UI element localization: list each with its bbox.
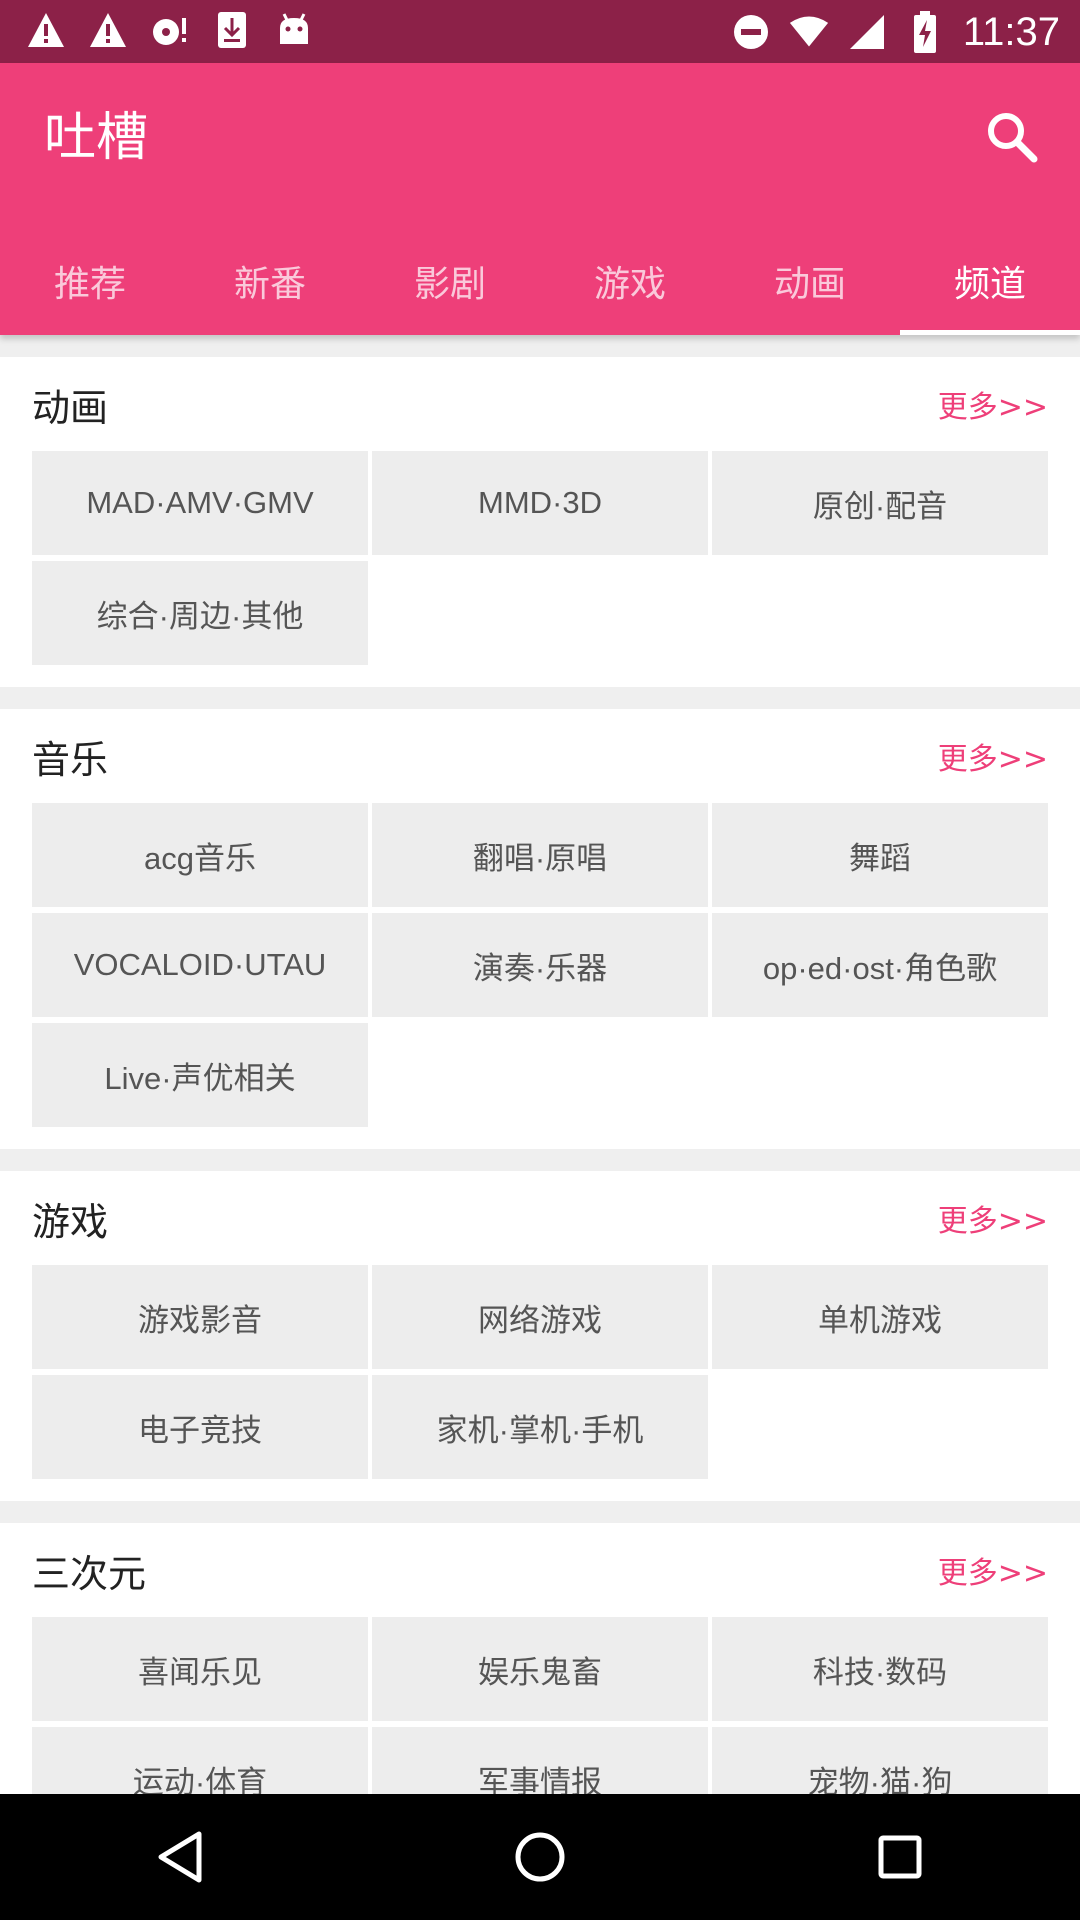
channel-button[interactable]: 娱乐鬼畜 <box>372 1617 708 1721</box>
tab-animation[interactable]: 动画 <box>720 226 900 335</box>
section-header: 三次元 更多>> <box>32 1523 1048 1617</box>
section-title: 音乐 <box>32 737 109 782</box>
tab-recommend[interactable]: 推荐 <box>0 226 180 335</box>
app-bar: 吐槽 推荐 新番 影剧 游戏 动画 频道 <box>0 63 1080 335</box>
channel-button[interactable]: 翻唱·原唱 <box>372 803 708 907</box>
channel-button[interactable]: 演奏·乐器 <box>372 913 708 1017</box>
section-games: 游戏 更多>> 游戏影音 网络游戏 单机游戏 电子竞技 家机·掌机·手机 <box>0 1171 1080 1501</box>
status-bar-system: 11:37 <box>731 6 1060 58</box>
section-music: 音乐 更多>> acg音乐 翻唱·原唱 舞蹈 VOCALOID·UTAU 演奏·… <box>0 709 1080 1149</box>
tab-bar: 推荐 新番 影剧 游戏 动画 频道 <box>0 226 1080 335</box>
tab-drama[interactable]: 影剧 <box>360 226 540 335</box>
clock: 11:37 <box>962 10 1060 54</box>
sd-card-alert-icon <box>150 10 190 50</box>
channel-button[interactable]: 喜闻乐见 <box>32 1617 368 1721</box>
channel-button[interactable]: 运动·体育 <box>32 1727 368 1794</box>
tab-channels[interactable]: 频道 <box>900 226 1080 335</box>
channel-button[interactable]: 单机游戏 <box>712 1265 1048 1369</box>
section-header: 动画 更多>> <box>32 357 1048 451</box>
status-bar-notifications <box>26 10 314 50</box>
section-title: 游戏 <box>32 1199 109 1244</box>
channel-button[interactable]: VOCALOID·UTAU <box>32 913 368 1017</box>
channel-button[interactable]: 原创·配音 <box>712 451 1048 555</box>
more-link[interactable]: 更多>> <box>938 1548 1048 1592</box>
channel-button[interactable]: op·ed·ost·角色歌 <box>712 913 1048 1017</box>
tab-games[interactable]: 游戏 <box>540 226 720 335</box>
search-icon[interactable] <box>982 107 1042 167</box>
more-link[interactable]: 更多>> <box>938 382 1048 426</box>
wifi-icon <box>789 12 829 52</box>
channel-button[interactable]: 军事情报 <box>372 1727 708 1794</box>
app-title: 吐槽 <box>44 108 149 168</box>
section-header: 游戏 更多>> <box>32 1171 1048 1265</box>
status-bar: 11:37 <box>0 0 1080 63</box>
channel-button[interactable]: 电子竞技 <box>32 1375 368 1479</box>
section-title: 三次元 <box>32 1551 147 1596</box>
channel-grid: MAD·AMV·GMV MMD·3D 原创·配音 综合·周边·其他 <box>32 451 1048 665</box>
channel-button[interactable]: 舞蹈 <box>712 803 1048 907</box>
channel-button[interactable]: Live·声优相关 <box>32 1023 368 1127</box>
tab-new-anime[interactable]: 新番 <box>180 226 360 335</box>
warning-icon <box>26 10 66 50</box>
channel-grid: acg音乐 翻唱·原唱 舞蹈 VOCALOID·UTAU 演奏·乐器 op·ed… <box>32 803 1048 1127</box>
section-real-life: 三次元 更多>> 喜闻乐见 娱乐鬼畜 科技·数码 运动·体育 军事情报 宠物·猫… <box>0 1523 1080 1794</box>
more-link[interactable]: 更多>> <box>938 734 1048 778</box>
channel-list[interactable]: 动画 更多>> MAD·AMV·GMV MMD·3D 原创·配音 综合·周边·其… <box>0 335 1080 1794</box>
channel-button[interactable]: 宠物·猫·狗 <box>712 1727 1048 1794</box>
back-icon[interactable] <box>135 1812 225 1902</box>
download-icon <box>212 10 252 50</box>
channel-button[interactable]: 综合·周边·其他 <box>32 561 368 665</box>
channel-button[interactable]: 家机·掌机·手机 <box>372 1375 708 1479</box>
channel-button[interactable]: acg音乐 <box>32 803 368 907</box>
do-not-disturb-icon <box>731 12 771 52</box>
section-title: 动画 <box>32 385 109 430</box>
channel-grid: 喜闻乐见 娱乐鬼畜 科技·数码 运动·体育 军事情报 宠物·猫·狗 <box>32 1617 1048 1794</box>
channel-button[interactable]: 科技·数码 <box>712 1617 1048 1721</box>
warning-icon <box>88 10 128 50</box>
channel-button[interactable]: MMD·3D <box>372 451 708 555</box>
recents-icon[interactable] <box>855 1812 945 1902</box>
android-icon <box>274 10 314 50</box>
section-animation: 动画 更多>> MAD·AMV·GMV MMD·3D 原创·配音 综合·周边·其… <box>0 357 1080 687</box>
channel-grid: 游戏影音 网络游戏 单机游戏 电子竞技 家机·掌机·手机 <box>32 1265 1048 1479</box>
signal-icon <box>847 12 887 52</box>
channel-button[interactable]: MAD·AMV·GMV <box>32 451 368 555</box>
section-header: 音乐 更多>> <box>32 709 1048 803</box>
home-icon[interactable] <box>495 1812 585 1902</box>
navigation-bar <box>0 1794 1080 1920</box>
channel-button[interactable]: 游戏影音 <box>32 1265 368 1369</box>
channel-button[interactable]: 网络游戏 <box>372 1265 708 1369</box>
battery-charging-icon <box>905 11 945 53</box>
more-link[interactable]: 更多>> <box>938 1196 1048 1240</box>
